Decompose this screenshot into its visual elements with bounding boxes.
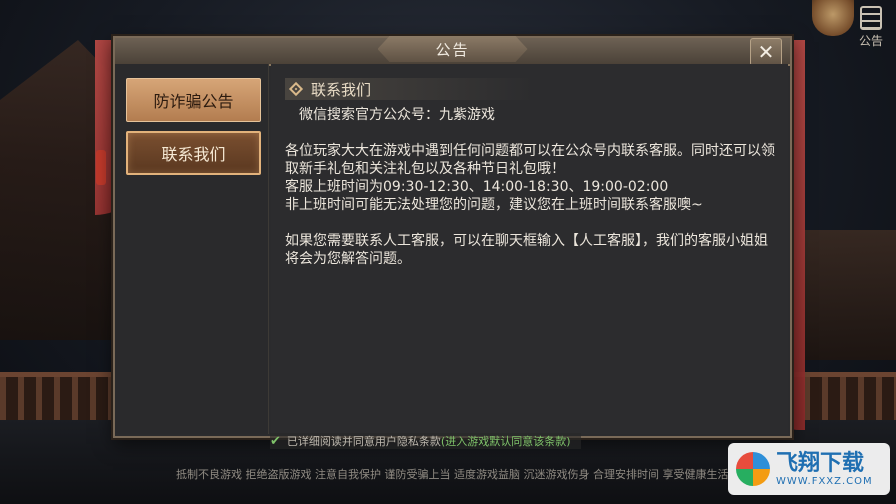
agreement-highlight: (进入游戏默认同意该条款): [440, 435, 571, 448]
diamond-icon: [288, 81, 304, 97]
dialog-titlebar: 公告 ✕: [115, 36, 790, 66]
notice-board-icon: [860, 6, 882, 30]
background-railing-left: [0, 372, 115, 425]
close-button[interactable]: ✕: [750, 38, 782, 66]
checkmark-icon[interactable]: ✔: [270, 434, 281, 449]
privacy-agreement[interactable]: ✔ 已详细阅读并同意用户隐私条款 (进入游戏默认同意该条款): [270, 433, 581, 449]
notice-shortcut-label: 公告: [858, 34, 883, 48]
close-icon: ✕: [757, 40, 775, 64]
tassel-left: [96, 150, 106, 185]
tab-anti-fraud[interactable]: 防诈骗公告: [126, 78, 261, 122]
tab-anti-fraud-label: 防诈骗公告: [153, 92, 234, 111]
notice-shortcut[interactable]: 公告: [854, 6, 888, 49]
health-advisory: 抵制不良游戏 拒绝盗版游戏 注意自我保护 谨防受骗上当 适度游戏益脑 沉迷游戏伤…: [176, 468, 729, 481]
announcement-sidenav: 防诈骗公告 联系我们: [115, 64, 269, 434]
watermark-title: 飞翔下载: [776, 450, 865, 476]
service-hours: 客服上班时间为09:30-12:30、14:00-18:30、19:00-02:…: [285, 179, 669, 195]
announcement-body: 微信搜索官方公众号：九紫游戏 各位玩家大大在游戏中遇到任何问题都可以在公众号内联…: [285, 106, 780, 268]
watermark-logo: 飞翔下载 WWW.FXXZ.COM: [728, 443, 890, 495]
announcement-content: 联系我们 微信搜索官方公众号：九紫游戏 各位玩家大大在游戏中遇到任何问题都可以在…: [271, 64, 788, 434]
off-hours-note: 非上班时间可能无法处理您的问题，建议您在上班时间联系客服噢~: [285, 197, 703, 213]
section-title: 联系我们: [311, 80, 372, 99]
watermark-mark-icon: [736, 452, 770, 486]
agreement-text: 已详细阅读并同意用户隐私条款: [286, 435, 441, 448]
wechat-line: 微信搜索官方公众号：九紫游戏: [299, 107, 495, 123]
paragraph-intro: 各位玩家大大在游戏中遇到任何问题都可以在公众号内联系客服。同时还可以领取新手礼包…: [285, 143, 775, 177]
announcement-dialog: 公告 ✕ 防诈骗公告 联系我们 联系我们 微信搜索官方公众号：九紫游戏 各位玩家…: [113, 36, 792, 438]
section-header: 联系我们: [285, 78, 535, 100]
paragraph-manual-service: 如果您需要联系人工客服，可以在聊天框输入【人工客服】，我们的客服小姐姐将会为您解…: [285, 233, 768, 267]
watermark-url: WWW.FXXZ.COM: [776, 475, 873, 487]
lantern-icon: [812, 0, 854, 36]
dialog-title: 公告: [377, 36, 528, 62]
tab-contact-us-label: 联系我们: [161, 145, 226, 164]
tab-contact-us[interactable]: 联系我们: [126, 131, 261, 175]
